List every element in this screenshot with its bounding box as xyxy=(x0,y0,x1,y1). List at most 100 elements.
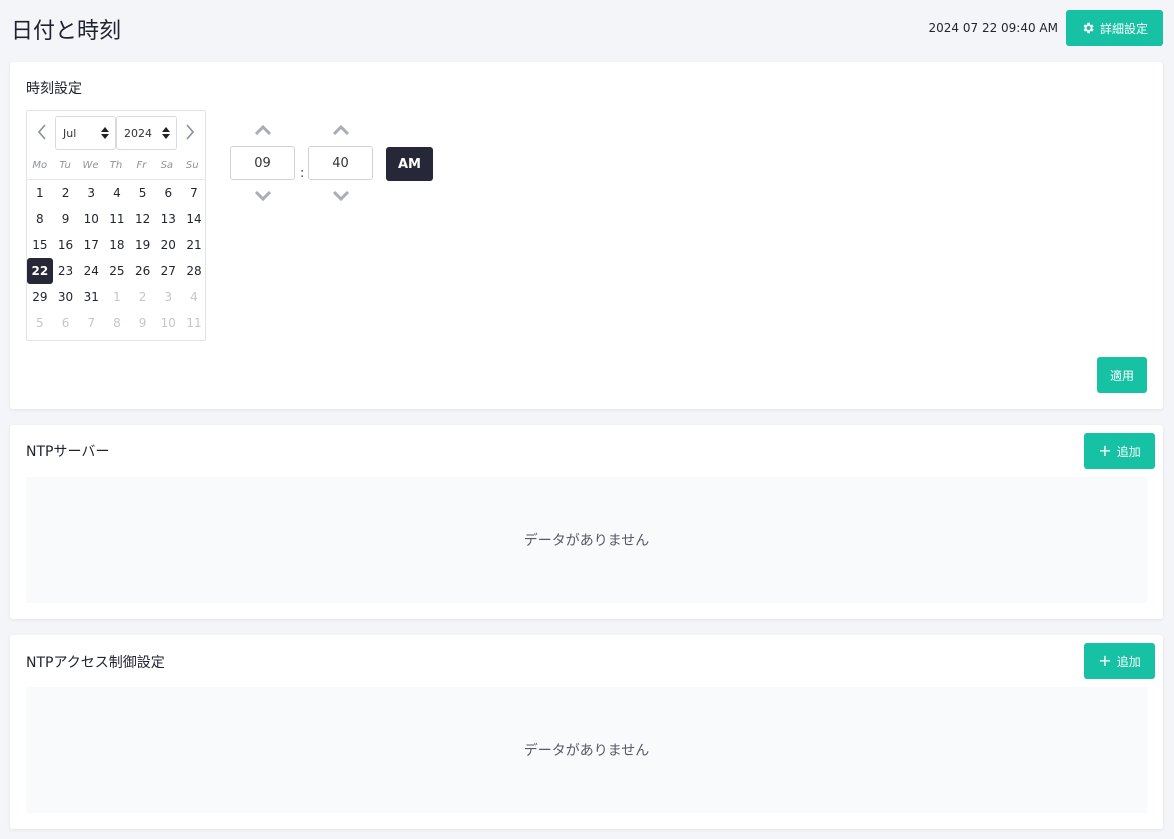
gear-icon xyxy=(1081,21,1095,35)
calendar-day[interactable]: 31 xyxy=(78,284,104,310)
calendar-day[interactable]: 10 xyxy=(155,310,181,336)
calendar-day[interactable]: 10 xyxy=(78,206,104,232)
weekday-label: Tu xyxy=(59,159,71,171)
hour-picker: 09 xyxy=(230,120,295,206)
calendar-day[interactable]: 20 xyxy=(155,232,181,258)
calendar-day[interactable]: 3 xyxy=(155,284,181,310)
calendar-day[interactable]: 18 xyxy=(104,232,130,258)
calendar-day[interactable]: 5 xyxy=(27,310,53,336)
weekday-label: We xyxy=(82,159,99,171)
calendar-day[interactable]: 1 xyxy=(104,284,130,310)
page-title: 日付と時刻 xyxy=(11,19,122,44)
add-ntp-server-label: 追加 xyxy=(1116,444,1141,459)
calendar-day[interactable]: 13 xyxy=(155,206,181,232)
advanced-settings-button[interactable]: 詳細設定 xyxy=(1066,10,1163,46)
calendar-day[interactable]: 3 xyxy=(78,180,104,206)
calendar-day[interactable]: 6 xyxy=(53,310,79,336)
date-picker: Jul 2024 Mo Tu We Th Fr Sa Su 1 2 3 4 5 6 7 8 9 10 11 12 1… xyxy=(26,110,206,341)
empty-message: データがありません xyxy=(523,533,650,549)
time-separator: : xyxy=(300,166,305,181)
calendar-day[interactable]: 1 xyxy=(27,180,53,206)
plus-icon: + xyxy=(1098,651,1112,670)
minute-input[interactable]: 40 xyxy=(308,146,373,180)
month-select-value: Jul xyxy=(63,126,77,140)
time-settings-card: 時刻設定 Jul 2024 Mo Tu We Th Fr Sa Su 1 2 3 4 5 6 7 8 9 10… xyxy=(10,62,1163,409)
calendar-day[interactable]: 19 xyxy=(130,232,156,258)
minute-picker: 40 xyxy=(308,120,373,206)
chevron-up-icon xyxy=(254,125,271,135)
calendar-day[interactable]: 9 xyxy=(130,310,156,336)
year-select-value: 2024 xyxy=(124,126,152,140)
add-ntp-access-button[interactable]: + 追加 xyxy=(1084,643,1155,679)
ntp-servers-empty-state: データがありません xyxy=(26,477,1147,603)
ntp-servers-card: NTPサーバー + 追加 データがありません xyxy=(10,425,1163,619)
weekday-label: Mo xyxy=(32,159,48,171)
ntp-servers-title: NTPサーバー xyxy=(26,444,110,460)
weekday-label: Th xyxy=(109,159,123,171)
current-datetime: 2024 07 22 09:40 AM xyxy=(928,21,1058,35)
weekday-header: Mo Tu We Th Fr Sa Su xyxy=(27,151,205,180)
ntp-access-empty-state: データがありません xyxy=(26,687,1147,813)
chevron-right-icon xyxy=(186,124,195,140)
select-caret-icon xyxy=(101,127,109,139)
calendar-day[interactable]: 14 xyxy=(181,206,207,232)
select-caret-icon xyxy=(162,127,170,139)
time-settings-title: 時刻設定 xyxy=(26,81,82,97)
calendar-day[interactable]: 27 xyxy=(155,258,181,284)
add-ntp-server-button[interactable]: + 追加 xyxy=(1084,433,1155,469)
calendar-day[interactable]: 23 xyxy=(53,258,79,284)
calendar-day[interactable]: 7 xyxy=(78,310,104,336)
month-select[interactable]: Jul xyxy=(55,116,116,150)
chevron-left-icon xyxy=(37,124,46,140)
calendar-day[interactable]: 28 xyxy=(181,258,207,284)
empty-message: データがありません xyxy=(523,743,650,759)
hour-input[interactable]: 09 xyxy=(230,146,295,180)
calendar-day[interactable]: 11 xyxy=(181,310,207,336)
chevron-up-icon xyxy=(332,125,349,135)
calendar-day[interactable]: 24 xyxy=(78,258,104,284)
next-month-button[interactable] xyxy=(183,122,197,142)
calendar-day-selected[interactable]: 22 xyxy=(27,258,53,284)
calendar-day[interactable]: 25 xyxy=(104,258,130,284)
calendar-day[interactable]: 8 xyxy=(27,206,53,232)
hour-decrement-button[interactable] xyxy=(230,186,295,206)
calendar-day[interactable]: 16 xyxy=(53,232,79,258)
calendar-day[interactable]: 5 xyxy=(130,180,156,206)
year-select[interactable]: 2024 xyxy=(116,116,177,150)
chevron-down-icon xyxy=(332,191,349,201)
calendar-day[interactable]: 4 xyxy=(181,284,207,310)
calendar-day[interactable]: 15 xyxy=(27,232,53,258)
calendar-day[interactable]: 21 xyxy=(181,232,207,258)
add-ntp-access-label: 追加 xyxy=(1116,654,1141,669)
calendar-day[interactable]: 30 xyxy=(53,284,79,310)
calendar-day[interactable]: 11 xyxy=(104,206,130,232)
minute-decrement-button[interactable] xyxy=(308,186,373,206)
weekday-label: Su xyxy=(185,159,199,171)
calendar-day[interactable]: 17 xyxy=(78,232,104,258)
calendar-header: Jul 2024 xyxy=(27,111,205,151)
calendar-day[interactable]: 9 xyxy=(53,206,79,232)
ntp-access-title: NTPアクセス制御設定 xyxy=(26,655,165,671)
calendar-day[interactable]: 26 xyxy=(130,258,156,284)
minute-increment-button[interactable] xyxy=(308,120,373,140)
weekday-label: Sa xyxy=(160,159,174,171)
hour-increment-button[interactable] xyxy=(230,120,295,140)
meridiem-toggle[interactable]: AM xyxy=(386,147,433,181)
calendar-day[interactable]: 2 xyxy=(53,180,79,206)
header-actions: 2024 07 22 09:40 AM 詳細設定 xyxy=(929,10,1163,46)
plus-icon: + xyxy=(1098,441,1112,460)
weekday-label: Fr xyxy=(136,159,147,171)
chevron-down-icon xyxy=(254,191,271,201)
calendar-day[interactable]: 6 xyxy=(155,180,181,206)
calendar-day[interactable]: 29 xyxy=(27,284,53,310)
ntp-access-card: NTPアクセス制御設定 + 追加 データがありません xyxy=(10,635,1163,829)
calendar-day[interactable]: 7 xyxy=(181,180,207,206)
calendar-day[interactable]: 8 xyxy=(104,310,130,336)
calendar-day[interactable]: 4 xyxy=(104,180,130,206)
prev-month-button[interactable] xyxy=(35,122,49,142)
advanced-settings-label: 詳細設定 xyxy=(1099,21,1148,36)
calendar-days: 1 2 3 4 5 6 7 8 9 10 11 12 13 14 15 16 17 18 19 20 21 22 23 24 2… xyxy=(27,180,205,336)
apply-button[interactable]: 適用 xyxy=(1097,357,1147,393)
calendar-day[interactable]: 2 xyxy=(130,284,156,310)
calendar-day[interactable]: 12 xyxy=(130,206,156,232)
